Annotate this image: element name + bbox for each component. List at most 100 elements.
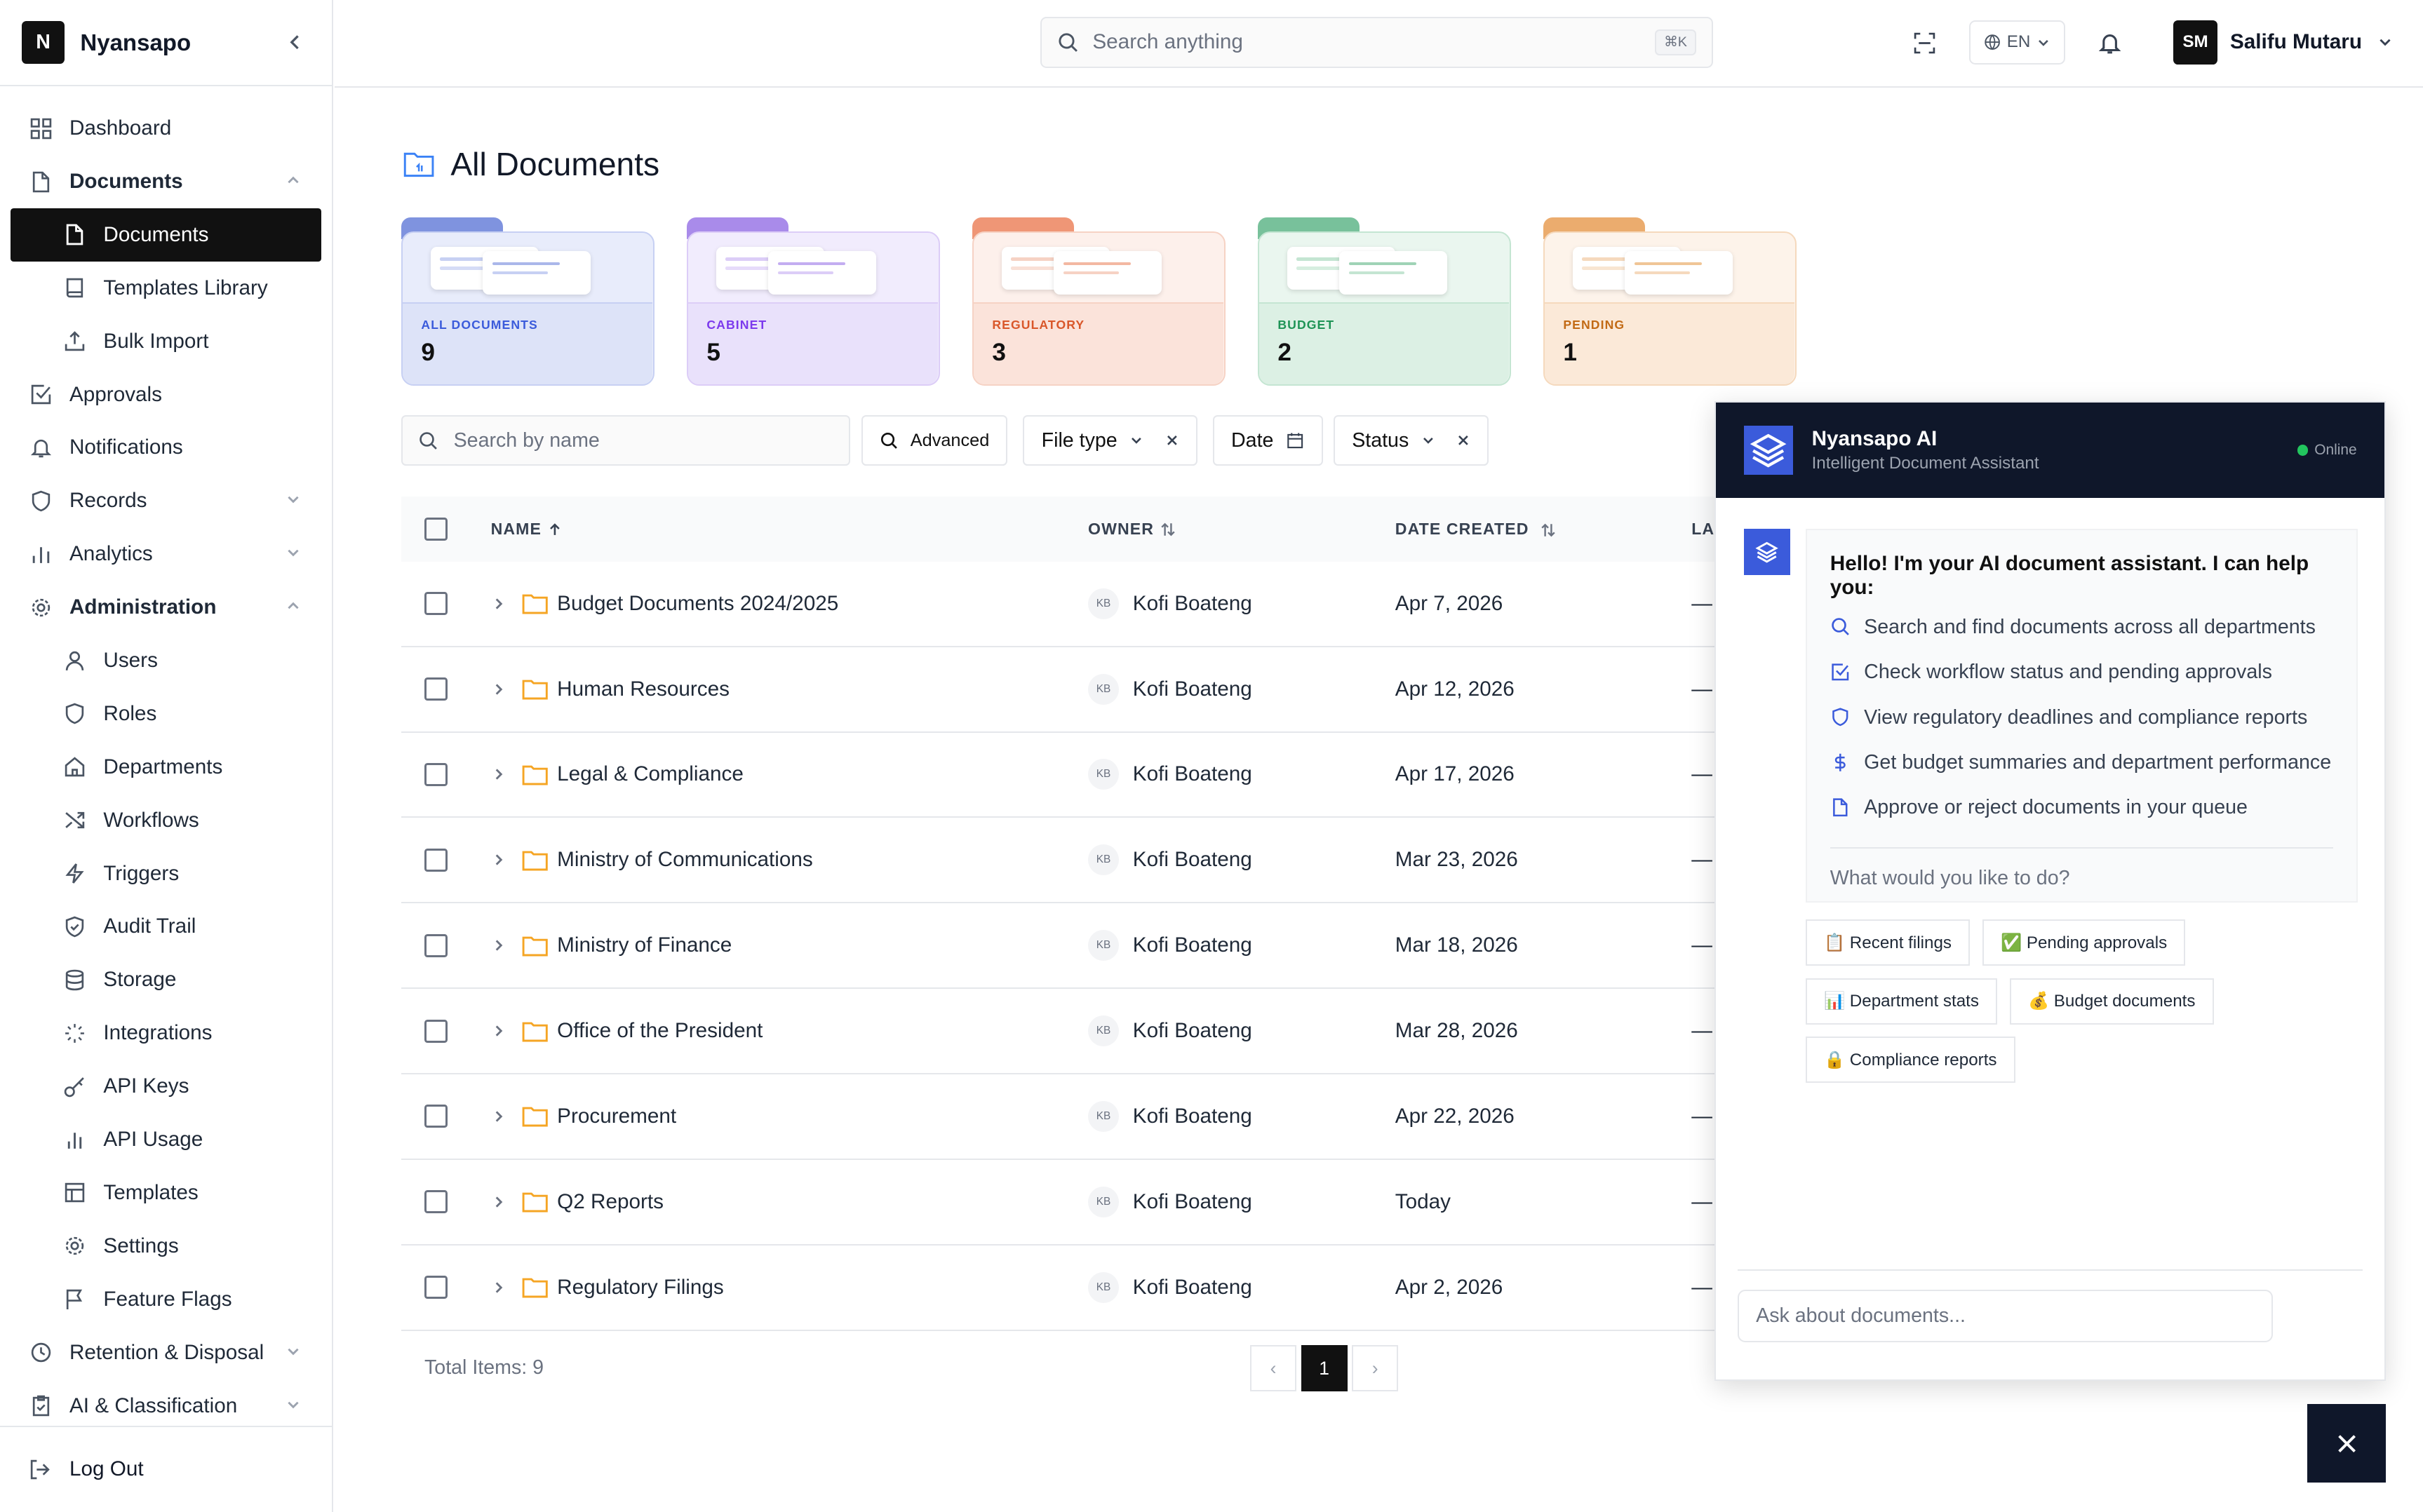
sidebar-item-templates[interactable]: Templates bbox=[0, 1166, 332, 1220]
sidebar-item-bulk-import[interactable]: Bulk Import bbox=[0, 315, 332, 368]
table-row[interactable]: Ministry of Finance KB Kofi Boateng Mar 18,… bbox=[401, 903, 1715, 990]
advanced-search-button[interactable]: Advanced bbox=[861, 414, 1008, 466]
row-name[interactable]: Budget Documents 2024/2025 bbox=[557, 592, 838, 616]
user-menu[interactable]: SM Salifu Mutaru bbox=[2173, 20, 2393, 65]
row-name[interactable]: Office of the President bbox=[557, 1019, 763, 1043]
sidebar-item-settings[interactable]: Settings bbox=[0, 1220, 332, 1273]
row-name[interactable]: Procurement bbox=[557, 1105, 676, 1128]
last-cell: — bbox=[1691, 677, 1712, 701]
row-checkbox[interactable] bbox=[424, 762, 448, 786]
chevron-right-icon[interactable] bbox=[491, 1109, 509, 1124]
sidebar-item-notifications[interactable]: Notifications bbox=[0, 421, 332, 475]
sidebar-item-workflows[interactable]: Workflows bbox=[0, 794, 332, 847]
collapse-sidebar-button[interactable] bbox=[279, 27, 310, 58]
column-last[interactable]: LA bbox=[1691, 520, 1714, 539]
notifications-button[interactable] bbox=[2088, 22, 2132, 65]
pagination: ‹ 1 › bbox=[1250, 1345, 1399, 1392]
card-all-documents[interactable]: ALL DOCUMENTS 9 bbox=[401, 217, 655, 386]
quick-action-compliance-reports[interactable]: 🔒 Compliance reports bbox=[1805, 1037, 2015, 1084]
sidebar-item-templates-library[interactable]: Templates Library bbox=[0, 262, 332, 315]
sidebar-item-api-usage[interactable]: API Usage bbox=[0, 1113, 332, 1166]
table-row[interactable]: Human Resources KB Kofi Boateng Apr 12, 202… bbox=[401, 647, 1715, 733]
row-checkbox[interactable] bbox=[424, 592, 448, 616]
column-date-created[interactable]: DATE CREATED bbox=[1395, 520, 1556, 539]
bot-avatar-icon bbox=[1743, 529, 1790, 576]
card-cabinet[interactable]: CABINET 5 bbox=[686, 217, 940, 386]
quick-action-pending-approvals[interactable]: ✅ Pending approvals bbox=[1982, 919, 2186, 966]
file-type-filter[interactable]: File type bbox=[1023, 414, 1197, 466]
global-search-input[interactable]: Search anything ⌘K bbox=[1040, 17, 1713, 68]
row-name[interactable]: Ministry of Finance bbox=[557, 933, 732, 957]
sidebar-item-records[interactable]: Records bbox=[0, 474, 332, 527]
status-filter[interactable]: Status bbox=[1334, 414, 1489, 466]
ai-chat-input[interactable]: Ask about documents... bbox=[1737, 1289, 2274, 1342]
card-budget[interactable]: BUDGET 2 bbox=[1257, 217, 1511, 386]
row-checkbox[interactable] bbox=[424, 1019, 448, 1043]
chevron-right-icon[interactable] bbox=[491, 1194, 509, 1210]
page-number-button[interactable]: 1 bbox=[1301, 1345, 1348, 1392]
sidebar-item-departments[interactable]: Departments bbox=[0, 741, 332, 794]
table-row[interactable]: Legal & Compliance KB Kofi Boateng Apr 17, … bbox=[401, 733, 1715, 818]
chevron-right-icon[interactable] bbox=[491, 938, 509, 953]
row-name[interactable]: Regulatory Filings bbox=[557, 1276, 724, 1300]
column-owner[interactable]: OWNER bbox=[1088, 520, 1176, 539]
sidebar-item-users[interactable]: Users bbox=[0, 634, 332, 687]
table-row[interactable]: Office of the President KB Kofi Boateng Mar… bbox=[401, 989, 1715, 1075]
row-checkbox[interactable] bbox=[424, 677, 448, 701]
chevron-right-icon[interactable] bbox=[491, 852, 509, 868]
sidebar-item-storage[interactable]: Storage bbox=[0, 953, 332, 1006]
sidebar-item-administration[interactable]: Administration bbox=[0, 581, 332, 634]
next-page-button[interactable]: › bbox=[1352, 1345, 1399, 1392]
table-row[interactable]: Regulatory Filings KB Kofi Boateng Apr 2, 2… bbox=[401, 1246, 1715, 1331]
sidebar-item-roles[interactable]: Roles bbox=[0, 687, 332, 741]
row-name[interactable]: Human Resources bbox=[557, 677, 730, 701]
quick-action-department-stats[interactable]: 📊 Department stats bbox=[1805, 978, 1998, 1025]
table-row[interactable]: Procurement KB Kofi Boateng Apr 22, 2026 — bbox=[401, 1074, 1715, 1160]
close-assistant-button[interactable] bbox=[2307, 1404, 2387, 1483]
sidebar-item-ai-classification[interactable]: AI & Classification bbox=[0, 1379, 332, 1433]
card-pending[interactable]: PENDING 1 bbox=[1543, 217, 1797, 386]
row-name[interactable]: Legal & Compliance bbox=[557, 762, 744, 786]
language-select[interactable]: EN bbox=[1969, 20, 2065, 65]
sidebar-item-retention[interactable]: Retention & Disposal bbox=[0, 1326, 332, 1379]
global-search-placeholder: Search anything bbox=[1092, 30, 1243, 54]
column-name[interactable]: NAME bbox=[491, 520, 562, 539]
row-checkbox[interactable] bbox=[424, 933, 448, 957]
row-checkbox[interactable] bbox=[424, 848, 448, 872]
row-checkbox[interactable] bbox=[424, 1276, 448, 1300]
sidebar-item-approvals[interactable]: Approvals bbox=[0, 368, 332, 421]
sidebar-item-documents-group[interactable]: Documents bbox=[0, 155, 332, 208]
sidebar-item-documents[interactable]: Documents bbox=[11, 208, 321, 262]
name-search-input[interactable]: Search by name bbox=[401, 414, 851, 466]
sidebar-item-feature-flags[interactable]: Feature Flags bbox=[0, 1273, 332, 1326]
sidebar-item-dashboard[interactable]: Dashboard bbox=[0, 102, 332, 155]
row-checkbox[interactable] bbox=[424, 1105, 448, 1128]
sidebar-item-triggers[interactable]: Triggers bbox=[0, 847, 332, 900]
select-all-checkbox[interactable] bbox=[424, 518, 448, 541]
chevron-right-icon[interactable] bbox=[491, 1023, 509, 1039]
chevron-right-icon[interactable] bbox=[491, 1280, 509, 1295]
sidebar-item-audit-trail[interactable]: Audit Trail bbox=[0, 900, 332, 954]
prev-page-button[interactable]: ‹ bbox=[1250, 1345, 1296, 1392]
date-filter[interactable]: Date bbox=[1212, 414, 1323, 466]
chevron-right-icon[interactable] bbox=[491, 596, 509, 612]
table-row[interactable]: Q2 Reports KB Kofi Boateng Today — bbox=[401, 1160, 1715, 1246]
chevron-right-icon[interactable] bbox=[491, 682, 509, 697]
scan-button[interactable] bbox=[1903, 22, 1947, 65]
chevron-right-icon[interactable] bbox=[491, 767, 509, 782]
sidebar-item-analytics[interactable]: Analytics bbox=[0, 527, 332, 581]
card-regulatory[interactable]: REGULATORY 3 bbox=[972, 217, 1226, 386]
online-dot-icon bbox=[2297, 445, 2309, 456]
sidebar-item-integrations[interactable]: Integrations bbox=[0, 1006, 332, 1060]
close-icon[interactable] bbox=[1456, 433, 1470, 447]
table-row[interactable]: Budget Documents 2024/2025 KB Kofi Boateng… bbox=[401, 562, 1715, 647]
row-name[interactable]: Q2 Reports bbox=[557, 1190, 664, 1214]
sidebar-item-api-keys[interactable]: API Keys bbox=[0, 1060, 332, 1113]
row-name[interactable]: Ministry of Communications bbox=[557, 848, 813, 872]
quick-action-recent-filings[interactable]: 📋 Recent filings bbox=[1805, 919, 1971, 966]
row-checkbox[interactable] bbox=[424, 1190, 448, 1214]
quick-action-budget-documents[interactable]: 💰 Budget documents bbox=[2009, 978, 2214, 1025]
table-row[interactable]: Ministry of Communications KB Kofi Boateng… bbox=[401, 818, 1715, 904]
close-icon[interactable] bbox=[1165, 433, 1179, 447]
logout-button[interactable]: Log Out bbox=[0, 1425, 332, 1512]
